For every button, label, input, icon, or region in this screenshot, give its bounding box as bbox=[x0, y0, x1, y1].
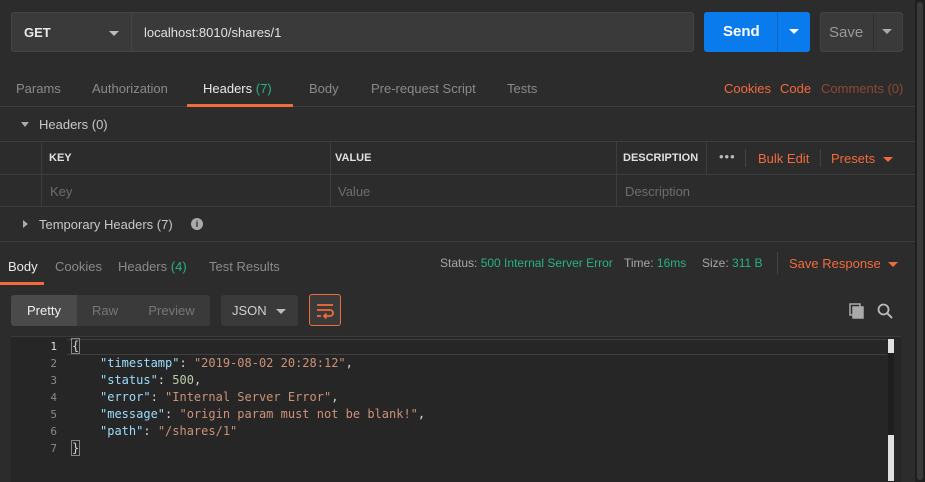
wrap-lines-icon bbox=[317, 304, 334, 320]
view-mode-selector: Pretty Raw Preview bbox=[11, 295, 210, 326]
close-brace: } bbox=[70, 440, 81, 456]
code-line: "timestamp": "2019-08-02 20:28:12", bbox=[100, 356, 353, 370]
url-input[interactable]: localhost:8010/shares/1 bbox=[132, 12, 694, 52]
request-bar: GET localhost:8010/shares/1 Send Save bbox=[0, 0, 925, 64]
size-value: 311 B bbox=[732, 256, 763, 270]
save-response-chevron-icon[interactable] bbox=[888, 262, 898, 267]
time-readout: Time: 16ms bbox=[624, 256, 687, 270]
headers-table: KEY VALUE DESCRIPTION ••• Bulk Edit Pres… bbox=[0, 141, 915, 207]
save-label: Save bbox=[829, 24, 864, 41]
response-tabs: Body Cookies Headers (4) Test Results St… bbox=[0, 241, 915, 286]
more-options-icon[interactable]: ••• bbox=[719, 149, 736, 164]
column-key: KEY bbox=[49, 152, 72, 164]
table-header-row: KEY VALUE DESCRIPTION ••• Bulk Edit Pres… bbox=[0, 142, 915, 175]
active-response-tab-indicator bbox=[0, 282, 44, 285]
headers-count: (7) bbox=[255, 81, 272, 96]
table-row: Key Value Description bbox=[0, 175, 915, 208]
view-preview[interactable]: Preview bbox=[133, 295, 210, 326]
copy-icon[interactable] bbox=[848, 302, 866, 320]
description-input[interactable]: Description bbox=[617, 175, 915, 207]
open-brace: { bbox=[70, 338, 81, 354]
format-label: JSON bbox=[232, 303, 267, 318]
comments-link[interactable]: Comments (0) bbox=[821, 81, 903, 96]
view-raw[interactable]: Raw bbox=[77, 295, 133, 326]
expand-icon bbox=[23, 220, 28, 228]
code-line: "status": 500, bbox=[100, 373, 202, 387]
size-readout: Size: 311 B bbox=[702, 256, 763, 270]
tab-pre-request-script[interactable]: Pre-request Script bbox=[371, 81, 476, 96]
send-options-chevron-icon[interactable] bbox=[789, 29, 799, 34]
code-line: "error": "Internal Server Error", bbox=[100, 390, 339, 404]
line-numbers: 1 2 3 4 5 6 7 bbox=[50, 340, 57, 455]
headers-section-toggle[interactable]: Headers (0) bbox=[0, 107, 915, 141]
column-value: VALUE bbox=[335, 152, 372, 164]
response-tab-cookies[interactable]: Cookies bbox=[55, 259, 102, 274]
temporary-headers-title: Temporary Headers (7) bbox=[39, 217, 173, 232]
tab-params[interactable]: Params bbox=[16, 81, 61, 96]
url-value: localhost:8010/shares/1 bbox=[144, 25, 282, 40]
status-value: 500 Internal Server Error bbox=[480, 256, 613, 270]
response-body-editor[interactable]: 1 2 3 4 5 6 7 { "timestamp": "2019-08-02… bbox=[11, 336, 901, 482]
code-link[interactable]: Code bbox=[780, 81, 811, 96]
tab-headers[interactable]: Headers (7) bbox=[203, 81, 272, 96]
view-pretty[interactable]: Pretty bbox=[11, 295, 77, 326]
save-options-chevron-icon[interactable] bbox=[882, 29, 892, 34]
wrap-lines-button[interactable] bbox=[309, 294, 341, 326]
save-button[interactable]: Save bbox=[820, 12, 903, 52]
headers-section-title: Headers (0) bbox=[39, 117, 108, 132]
method-label: GET bbox=[24, 25, 51, 40]
current-line-highlight bbox=[67, 339, 887, 355]
code-line: "message": "origin param must not be bla… bbox=[100, 407, 426, 421]
code-line: "path": "/shares/1" bbox=[100, 424, 238, 438]
collapse-icon bbox=[21, 122, 29, 127]
request-tabs: Params Authorization Headers (7) Body Pr… bbox=[0, 64, 915, 107]
status-readout: Status: 500 Internal Server Error bbox=[440, 256, 613, 270]
response-tab-test-results[interactable]: Test Results bbox=[209, 259, 280, 274]
send-button[interactable]: Send bbox=[704, 12, 810, 52]
chevron-down-icon bbox=[109, 31, 119, 36]
temporary-headers-toggle[interactable]: Temporary Headers (7) i bbox=[0, 207, 915, 241]
page-scrollbar[interactable] bbox=[915, 0, 925, 482]
page-scrollbar-thumb[interactable] bbox=[917, 2, 923, 480]
response-toolbar: Pretty Raw Preview JSON bbox=[0, 286, 915, 336]
method-select[interactable]: GET bbox=[11, 12, 132, 52]
column-description: DESCRIPTION bbox=[623, 152, 699, 164]
cookies-link[interactable]: Cookies bbox=[724, 81, 771, 96]
time-value: 16ms bbox=[656, 256, 687, 270]
response-tab-headers[interactable]: Headers (4) bbox=[118, 259, 187, 274]
presets-dropdown[interactable]: Presets bbox=[831, 151, 875, 166]
search-icon[interactable] bbox=[876, 302, 894, 320]
format-select[interactable]: JSON bbox=[221, 295, 298, 326]
save-response-button[interactable]: Save Response bbox=[789, 256, 881, 271]
tab-tests[interactable]: Tests bbox=[507, 81, 537, 96]
presets-chevron-icon bbox=[883, 157, 893, 162]
info-icon[interactable]: i bbox=[191, 218, 203, 230]
response-tab-body[interactable]: Body bbox=[8, 259, 38, 274]
bulk-edit-link[interactable]: Bulk Edit bbox=[758, 151, 809, 166]
value-input[interactable]: Value bbox=[331, 175, 617, 207]
send-label: Send bbox=[723, 23, 760, 40]
tab-authorization[interactable]: Authorization bbox=[92, 81, 168, 96]
tab-body[interactable]: Body bbox=[309, 81, 339, 96]
chevron-down-icon bbox=[276, 309, 286, 314]
key-input[interactable]: Key bbox=[42, 175, 331, 207]
editor-scrollbar[interactable] bbox=[888, 339, 894, 481]
